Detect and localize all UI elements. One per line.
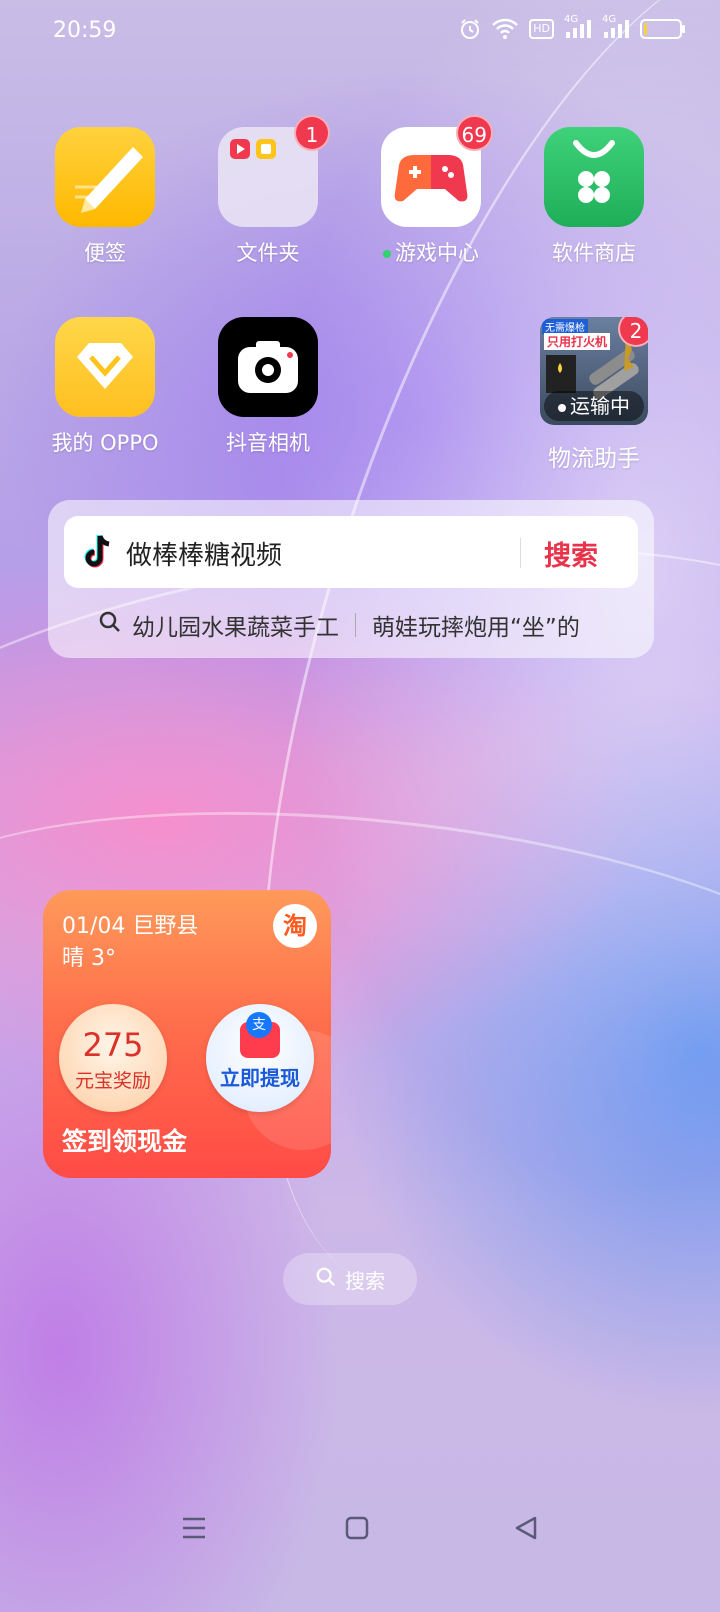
signal-4g-icon: 4G — [564, 14, 592, 40]
network-type-label: 4G — [564, 14, 579, 25]
hot-search-item[interactable]: 幼儿园水果蔬菜手工 — [132, 608, 339, 642]
app-game-center[interactable]: 69 游戏中心 — [356, 115, 506, 267]
app-logistics[interactable]: 无需爆枪 只用打火机 运输中 2 物流助手 — [519, 317, 669, 473]
taobao-widget[interactable]: 01/04 巨野县 晴 3° 淘 275 元宝奖励 立即提现 签到领现金 — [43, 890, 331, 1178]
coin-reward-button[interactable]: 275 元宝奖励 — [59, 1004, 167, 1112]
app-label: 物流助手 — [548, 446, 640, 472]
battery-icon — [640, 19, 685, 39]
notification-badge: 69 — [455, 115, 493, 151]
alarm-icon — [459, 18, 481, 40]
divider — [520, 538, 521, 568]
wifi-icon — [491, 18, 519, 40]
app-my-oppo[interactable]: 我的 OPPO — [30, 317, 180, 457]
status-overlay: 运输中 — [544, 391, 644, 421]
status-overlay-text: 运输中 — [570, 394, 630, 418]
search-query: 做棒棒糖视频 — [126, 541, 283, 571]
logistics-icon: 无需爆枪 只用打火机 运输中 2 — [540, 317, 648, 425]
app-douyin-camera[interactable]: 抖音相机 — [193, 317, 343, 457]
notes-icon — [55, 127, 155, 227]
coin-label: 元宝奖励 — [74, 1070, 151, 1092]
hot-searches: 幼儿园水果蔬菜手工 萌娃玩摔炮用“坐”的 — [98, 608, 580, 642]
app-label: 抖音相机 — [226, 431, 310, 455]
hot-search-item[interactable]: 萌娃玩摔炮用“坐”的 — [372, 608, 580, 642]
home-search-button[interactable]: 搜索 — [283, 1253, 417, 1305]
app-notes[interactable]: 便签 — [30, 127, 180, 267]
withdraw-label: 立即提现 — [220, 1066, 300, 1090]
battery-fill — [644, 23, 647, 35]
app-label-text: 游戏中心 — [395, 241, 479, 265]
menu-button[interactable] — [174, 1510, 214, 1550]
menu-icon — [180, 1515, 208, 1545]
search-input[interactable]: 做棒棒糖视频 搜索 — [64, 516, 638, 588]
home-button[interactable] — [337, 1510, 377, 1550]
game-center-icon: 69 — [381, 115, 493, 227]
checkin-title: 签到领现金 — [62, 1127, 188, 1156]
search-icon — [98, 610, 122, 640]
app-store[interactable]: 软件商店 — [519, 127, 669, 267]
search-button[interactable]: 搜索 — [544, 534, 598, 573]
update-dot — [383, 250, 391, 258]
status-dot — [558, 403, 566, 412]
navigation-bar — [0, 1500, 720, 1560]
camera-icon — [218, 317, 318, 417]
app-label: 我的 OPPO — [51, 431, 159, 455]
coin-count: 275 — [82, 1026, 144, 1064]
back-button[interactable] — [506, 1510, 546, 1550]
hd-icon: HD — [529, 19, 554, 39]
divider — [355, 613, 356, 637]
taobao-logo: 淘 — [273, 904, 317, 948]
folder-icon: 1 — [218, 115, 330, 227]
withdraw-button[interactable]: 立即提现 — [206, 1004, 314, 1112]
widget-weather: 晴 3° — [62, 946, 116, 971]
app-label: 游戏中心 — [356, 237, 506, 267]
app-label: 文件夹 — [236, 241, 300, 265]
wallet-icon — [240, 1012, 280, 1058]
home-icon — [344, 1515, 370, 1545]
status-icons: HD 4G 4G — [459, 14, 685, 40]
signal-4g-icon: 4G — [602, 14, 630, 40]
home-search-label: 搜索 — [345, 1268, 385, 1293]
network-type-label: 4G — [602, 14, 617, 25]
my-oppo-icon — [55, 317, 155, 417]
status-time: 20:59 — [53, 18, 117, 43]
app-label: 便签 — [84, 241, 126, 265]
app-label: 软件商店 — [552, 241, 636, 265]
back-icon — [513, 1515, 539, 1545]
douyin-search-widget: 做棒棒糖视频 搜索 幼儿园水果蔬菜手工 萌娃玩摔炮用“坐”的 — [48, 500, 654, 658]
app-folder[interactable]: 1 文件夹 — [193, 115, 343, 267]
status-bar: 20:59 HD 4G 4G — [0, 0, 720, 64]
notification-badge: 1 — [294, 115, 330, 151]
douyin-logo-icon — [82, 534, 114, 574]
app-store-icon — [544, 127, 644, 227]
widget-date-location: 01/04 巨野县 — [62, 914, 199, 939]
search-icon — [315, 1266, 337, 1293]
